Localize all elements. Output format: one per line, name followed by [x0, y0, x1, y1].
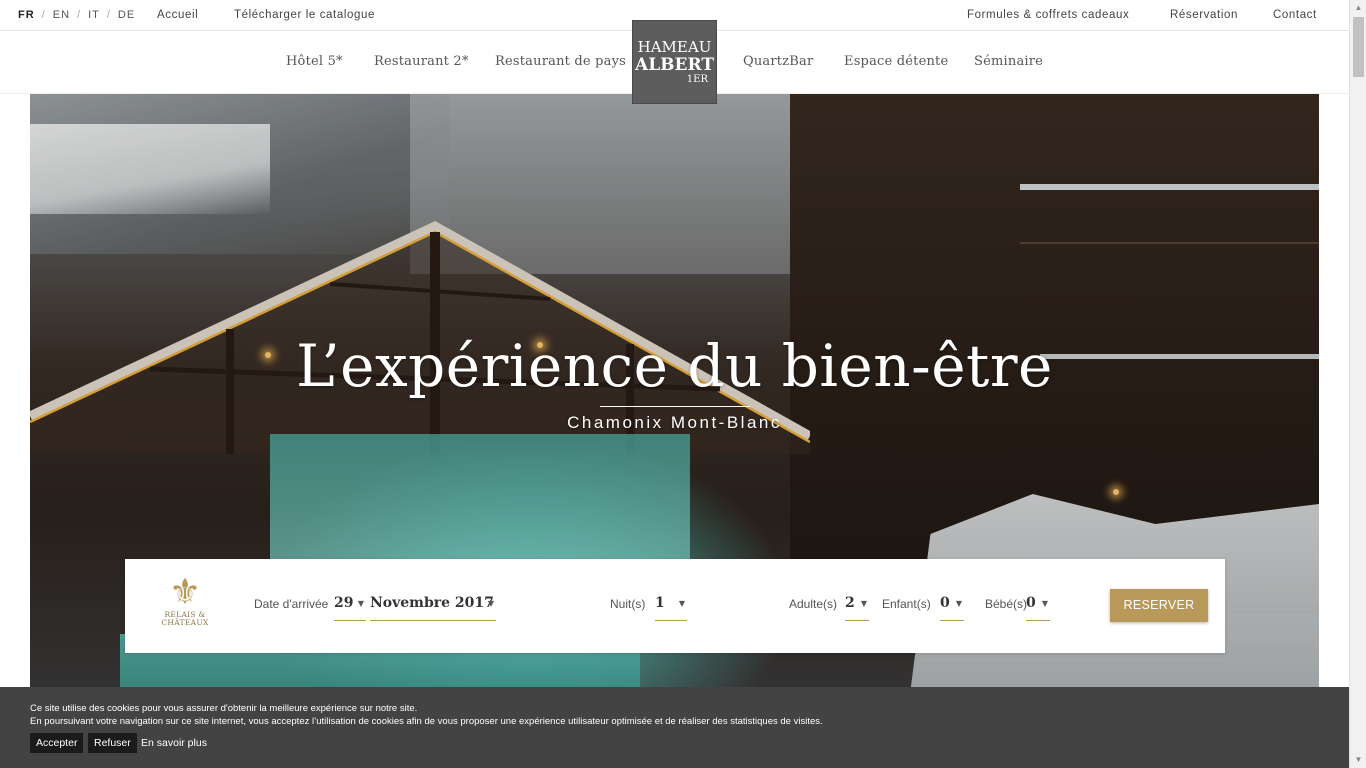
gift-vouchers-link[interactable]: Formules & coffrets cadeaux	[967, 9, 1129, 21]
nights-value: 1	[655, 595, 665, 611]
home-link[interactable]: Accueil	[157, 9, 198, 21]
booking-widget: ⚜ RELAIS & CHÂTEAUX Date d'arrivée 29 ▼ …	[125, 559, 1225, 653]
relais-chateaux-line2: CHÂTEAUX	[161, 618, 209, 627]
scroll-down-icon[interactable]: ▼	[1350, 752, 1366, 768]
lang-fr[interactable]: FR	[18, 9, 35, 21]
adults-label: Adulte(s)	[789, 597, 838, 611]
logo-line-albert: ALBERT	[635, 54, 714, 75]
nights-label: Nuit(s)	[610, 597, 646, 611]
lang-en[interactable]: EN	[53, 9, 70, 21]
hero-subtitle: Chamonix Mont-Blanc	[567, 413, 782, 432]
nav-espace-detente[interactable]: Espace détente	[844, 54, 948, 69]
cookie-message-line1: Ce site utilise des cookies pour vous as…	[30, 703, 418, 714]
lang-it[interactable]: IT	[88, 9, 100, 21]
fleur-de-lis-icon: ⚜	[168, 572, 202, 613]
site-logo[interactable]: HAMEAU ALBERT 1ER	[632, 20, 717, 104]
logo-line-1er: 1ER	[686, 73, 708, 85]
nav-quartzbar[interactable]: QuartzBar	[743, 54, 813, 69]
adults-select[interactable]: 2 ▼	[845, 593, 869, 621]
arrival-month-value: Novembre 2017	[370, 595, 494, 611]
lang-separator: /	[77, 9, 82, 21]
logo-line-hameau: HAMEAU	[637, 37, 712, 56]
booking-link[interactable]: Réservation	[1170, 9, 1238, 21]
adults-value: 2	[845, 595, 855, 611]
scrollbar-thumb[interactable]	[1353, 17, 1364, 77]
cookie-learn-more-link[interactable]: En savoir plus	[141, 733, 207, 753]
nav-seminaire[interactable]: Séminaire	[974, 54, 1043, 69]
chevron-down-icon: ▼	[357, 599, 364, 608]
arrival-day-select[interactable]: 29 ▼	[334, 593, 366, 621]
hero-title: L’expérience du bien-être	[296, 332, 1053, 400]
arrival-day-value: 29	[334, 595, 354, 611]
reserve-button[interactable]: RESERVER	[1110, 589, 1208, 622]
lang-separator: /	[106, 9, 111, 21]
catalogue-download-link[interactable]: Télécharger le catalogue	[234, 9, 375, 21]
lang-separator: /	[41, 9, 46, 21]
cookie-message-line2: En poursuivant votre navigation sur ce s…	[30, 716, 823, 727]
relais-chateaux-logo[interactable]: ⚜ RELAIS & CHÂTEAUX	[155, 575, 215, 637]
chevron-down-icon: ▼	[955, 599, 962, 608]
lang-de[interactable]: DE	[118, 9, 135, 21]
arrival-date-label: Date d'arrivée	[254, 597, 329, 611]
language-switcher: FR / EN / IT / DE	[18, 9, 135, 21]
nav-restaurant-2-stars[interactable]: Restaurant 2*	[374, 54, 469, 69]
scroll-up-icon[interactable]: ▲	[1350, 0, 1366, 16]
nights-select[interactable]: 1 ▼	[655, 593, 687, 621]
babies-value: 0	[1026, 595, 1036, 611]
hero-divider	[600, 406, 750, 407]
babies-select[interactable]: 0 ▼	[1026, 593, 1050, 621]
cookie-refuse-button[interactable]: Refuser	[88, 733, 137, 753]
nav-restaurant-de-pays[interactable]: Restaurant de pays	[495, 54, 626, 69]
babies-label: Bébé(s)	[985, 597, 1028, 611]
cookie-banner: Ce site utilise des cookies pour vous as…	[0, 687, 1349, 768]
nav-hotel[interactable]: Hôtel 5*	[286, 54, 343, 69]
children-label: Enfant(s)	[882, 597, 931, 611]
children-value: 0	[940, 595, 950, 611]
children-select[interactable]: 0 ▼	[940, 593, 964, 621]
chevron-down-icon: ▼	[860, 599, 867, 608]
chevron-down-icon: ▼	[1041, 599, 1048, 608]
page-scrollbar[interactable]: ▲ ▼	[1349, 0, 1366, 768]
cookie-accept-button[interactable]: Accepter	[30, 733, 84, 753]
chevron-down-icon: ▼	[678, 599, 685, 608]
chevron-down-icon: ▼	[487, 599, 494, 608]
arrival-month-select[interactable]: Novembre 2017 ▼	[370, 593, 496, 621]
contact-link[interactable]: Contact	[1273, 9, 1317, 21]
